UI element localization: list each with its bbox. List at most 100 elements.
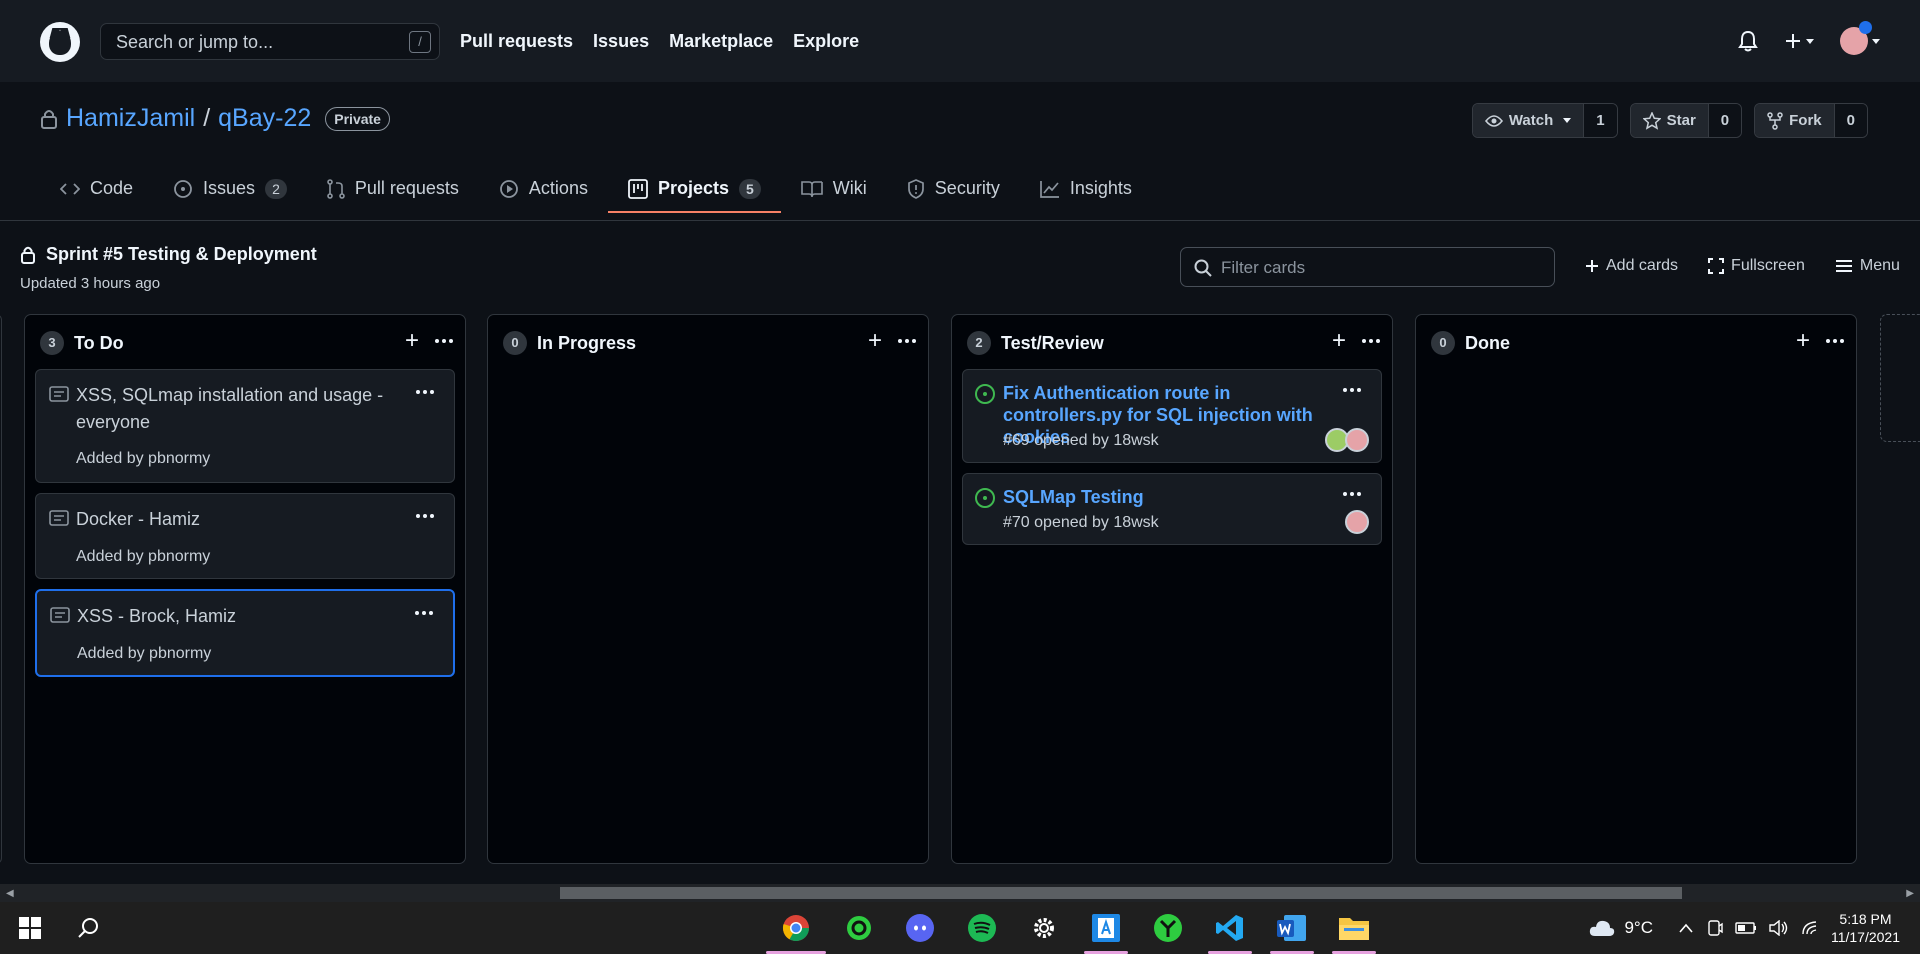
card-menu-icon[interactable] [1343,388,1361,392]
nav-issues[interactable]: Issues [593,31,649,52]
green-app-icon[interactable] [1152,912,1184,944]
windows-start-icon[interactable] [14,912,46,944]
horizontal-scrollbar[interactable]: ◀ ▶ [0,884,1920,902]
column-count: 0 [503,331,527,355]
issue-card[interactable]: Fix Authentication route in controllers.… [962,369,1382,463]
chrome-icon[interactable] [780,912,812,944]
offscreen-column-edge [0,314,2,864]
file-explorer-icon[interactable] [1338,912,1370,944]
note-card[interactable]: XSS, SQLmap installation and usage - eve… [35,369,455,483]
avatar[interactable] [1345,428,1369,452]
column-menu-icon[interactable] [898,339,916,343]
search-input[interactable]: Search or jump to... / [100,23,440,60]
add-card-button[interactable]: + [405,329,419,353]
tab-insights[interactable]: Insights [1020,170,1152,212]
card-meta: #69 opened by 18wsk [1003,432,1159,449]
graph-icon [1039,180,1059,198]
watch-button[interactable]: Watch [1472,104,1585,137]
tab-wiki-label: Wiki [832,178,867,198]
note-icon [49,386,69,402]
add-card-button[interactable]: + [1796,329,1810,353]
volume-icon[interactable] [1769,920,1789,936]
meet-now-icon[interactable] [1707,919,1723,937]
tab-security[interactable]: Security [887,170,1020,212]
nav-explore[interactable]: Explore [793,31,859,52]
chevron-up-icon[interactable] [1679,923,1693,933]
fullscreen-label: Fullscreen [1731,257,1805,274]
code-icon [60,182,80,195]
add-column-placeholder[interactable] [1880,314,1920,442]
watch-count[interactable]: 1 [1584,104,1617,137]
battery-icon[interactable] [1735,922,1757,934]
clock-time: 5:18 PM [1839,911,1892,927]
scroll-right-arrow-icon[interactable]: ▶ [1906,888,1914,899]
private-badge: Private [325,106,390,131]
spotify-icon[interactable] [966,912,998,944]
card-menu-icon[interactable] [1343,492,1361,496]
fork-label: Fork [1789,112,1822,129]
note-card-focused[interactable]: XSS - Brock, Hamiz Added by pbnormy [35,589,455,677]
column-count: 2 [967,331,991,355]
column-menu-icon[interactable] [1826,339,1844,343]
tab-pull-requests[interactable]: Pull requests [307,170,479,212]
project-actions: Add cards Fullscreen Menu [1585,257,1900,275]
column-menu-icon[interactable] [1362,339,1380,343]
tab-code-label: Code [90,178,134,198]
scrollbar-thumb[interactable] [560,887,1682,899]
fullscreen-button[interactable]: Fullscreen [1708,257,1805,275]
nav-marketplace[interactable]: Marketplace [669,31,773,52]
search-icon [1194,259,1212,277]
fork-count[interactable]: 0 [1834,104,1867,137]
tab-projects[interactable]: Projects 5 [607,170,781,213]
star-button[interactable]: Star [1630,104,1709,137]
cloud-icon[interactable] [1588,918,1616,938]
search-placeholder: Search or jump to... [116,32,274,52]
bell-icon[interactable] [1738,30,1758,52]
add-card-button[interactable]: + [868,329,882,353]
column-menu-icon[interactable] [435,339,453,343]
card-menu-icon[interactable] [415,611,433,615]
issue-title-link[interactable]: SQLMap Testing [1003,486,1343,508]
create-new-button[interactable] [1784,32,1814,50]
repo-title: HamizJamil / qBay-22 Private [40,104,390,133]
column-count: 3 [40,331,64,355]
card-menu-icon[interactable] [416,390,434,394]
weather-temp[interactable]: 9°C [1624,918,1653,938]
add-card-button[interactable]: + [1332,329,1346,353]
spotify-green-app-icon[interactable] [843,912,875,944]
issue-card[interactable]: SQLMap Testing #70 opened by 18wsk [962,473,1382,545]
menu-button[interactable]: Menu [1835,257,1900,275]
scroll-left-arrow-icon[interactable]: ◀ [6,888,14,899]
translator-app-icon[interactable] [1090,912,1122,944]
column-title: Done [1465,332,1510,353]
tab-actions[interactable]: Actions [479,170,608,212]
note-card[interactable]: Docker - Hamiz Added by pbnormy [35,493,455,579]
column-header: 0 Done [1431,331,1510,355]
user-menu-button[interactable] [1840,21,1880,55]
tab-issues[interactable]: Issues 2 [153,170,307,212]
github-logo-icon[interactable] [40,22,80,62]
wifi-icon[interactable] [1801,920,1819,936]
tab-wiki[interactable]: Wiki [781,170,887,212]
repo-name-link[interactable]: qBay-22 [218,104,311,133]
repo-separator: / [203,104,211,132]
repo-owner-link[interactable]: HamizJamil [66,104,195,133]
note-icon [49,510,69,526]
filter-cards-input[interactable]: Filter cards [1180,247,1555,287]
clock[interactable]: 5:18 PM 11/17/2021 [1831,910,1900,946]
card-menu-icon[interactable] [416,514,434,518]
search-icon[interactable] [72,912,104,944]
settings-gear-icon[interactable] [1028,912,1060,944]
avatar[interactable] [1345,510,1369,534]
word-icon[interactable] [1276,912,1308,944]
add-cards-button[interactable]: Add cards [1585,257,1678,275]
nav-pull-requests[interactable]: Pull requests [460,31,573,52]
vscode-icon[interactable] [1214,912,1246,944]
column-tools: + [405,329,453,353]
fork-button[interactable]: Fork [1755,104,1835,137]
discord-icon[interactable] [904,912,936,944]
global-header: Search or jump to... / Pull requests Iss… [0,0,1920,82]
project-icon [628,178,648,199]
tab-code[interactable]: Code [40,170,153,212]
star-count[interactable]: 0 [1708,104,1742,137]
